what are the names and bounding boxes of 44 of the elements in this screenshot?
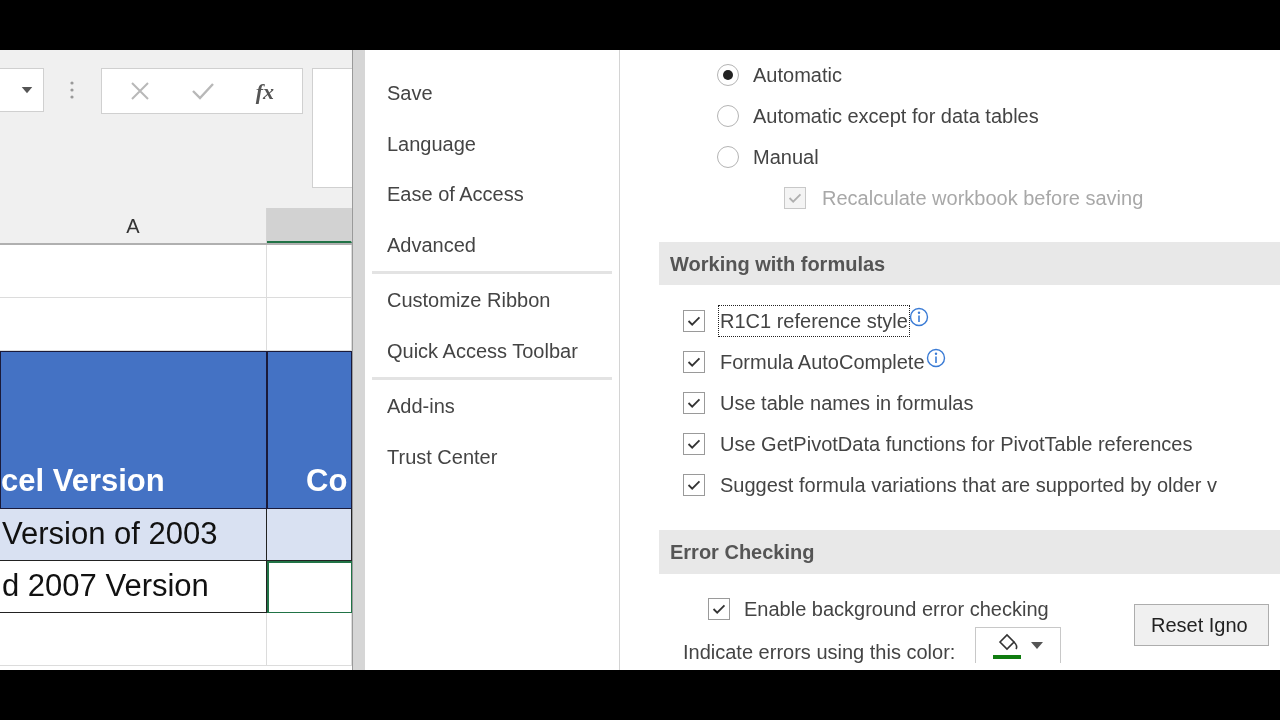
color-picker[interactable] — [975, 627, 1062, 663]
dropdown-icon — [1031, 642, 1044, 649]
insert-function-button[interactable]: fx — [255, 74, 275, 108]
radio-button[interactable] — [717, 104, 739, 127]
checkbox-label: Use GetPivotData functions for PivotTable references — [719, 431, 1194, 457]
field-label: Indicate errors using this color: — [683, 641, 956, 663]
checkbox[interactable] — [683, 391, 705, 414]
checkbox[interactable] — [683, 350, 705, 373]
checkbox-label: R1C1 reference style — [719, 305, 909, 336]
checkbox-label: Recalculate workbook before saving — [822, 185, 1144, 211]
sidebar-item[interactable]: Customize Ribbon — [387, 285, 551, 316]
section-header: Working with formulas — [670, 251, 886, 277]
column-header[interactable] — [267, 208, 352, 243]
check-icon[interactable] — [191, 81, 216, 101]
radio-label: Automatic except for data tables — [753, 103, 1039, 129]
checkbox-label: Formula AutoComplete — [719, 349, 926, 375]
checkbox[interactable] — [683, 309, 705, 332]
formula-field[interactable] — [312, 68, 352, 188]
radio-button[interactable] — [717, 145, 739, 168]
table-cell: Version of 2003 — [0, 509, 267, 561]
sidebar-item[interactable]: Trust Center — [387, 441, 498, 472]
sidebar-item[interactable]: Ease of Access — [387, 179, 524, 210]
info-icon[interactable] — [908, 306, 929, 327]
checkbox[interactable] — [683, 432, 705, 455]
checkbox[interactable] — [708, 597, 730, 620]
sidebar-item[interactable]: Quick Access Toolbar — [387, 335, 578, 366]
sidebar-item[interactable]: Save — [387, 78, 433, 109]
section-header: Error Checking — [670, 540, 815, 565]
radio-label: Manual — [753, 144, 819, 170]
table-cell: Co — [267, 351, 352, 509]
grip-icon[interactable] — [70, 81, 75, 99]
reset-button[interactable]: Reset Igno — [1134, 604, 1269, 646]
radio-button[interactable] — [717, 63, 739, 86]
table-cell: cel Version — [0, 351, 267, 509]
radio-label: Automatic — [753, 62, 842, 88]
table-cell: d 2007 Version — [0, 561, 267, 613]
checkbox-label: Suggest formula variations that are supported by older v — [719, 472, 1218, 498]
sidebar-item[interactable]: Language — [387, 128, 476, 159]
checkbox-label: Enable background error checking — [744, 596, 1049, 622]
dropdown-icon — [20, 86, 33, 94]
sidebar-item[interactable]: Add-ins — [387, 391, 455, 422]
sidebar-item[interactable]: Advanced — [387, 229, 476, 260]
checkbox[interactable] — [683, 473, 705, 496]
checkbox-label: Use table names in formulas — [719, 390, 975, 416]
